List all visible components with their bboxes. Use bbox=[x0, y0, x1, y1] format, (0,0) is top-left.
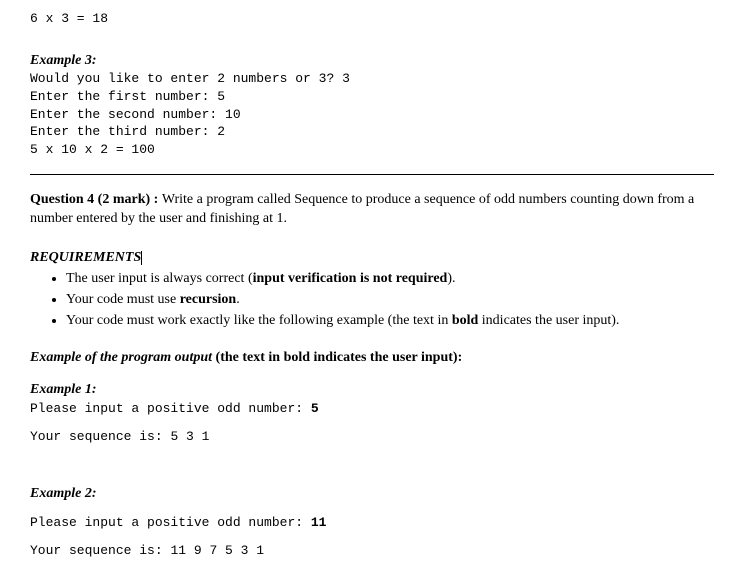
requirement-item-3: Your code must work exactly like the fol… bbox=[66, 312, 714, 333]
example-2-prompt-line: Please input a positive odd number: 11 bbox=[30, 514, 714, 532]
ex3-l3-input: 10 bbox=[225, 107, 241, 122]
outhead-b: (the text in bold indicates the user inp… bbox=[216, 350, 458, 365]
ex2-result-label: Your sequence is: bbox=[30, 543, 170, 558]
requirements-heading-text: REQUIREMENTS bbox=[30, 250, 141, 265]
ex3-l1-text: Would you like to enter 2 numbers or 3? bbox=[30, 71, 342, 86]
ex3-l2-input: 5 bbox=[217, 89, 225, 104]
text-cursor-icon bbox=[141, 251, 142, 265]
ex2-input: 11 bbox=[311, 515, 327, 530]
req2-b: recursion bbox=[180, 292, 237, 307]
example-3-label: Example 3: bbox=[30, 52, 714, 71]
ex1-prompt: Please input a positive odd number: bbox=[30, 401, 311, 416]
divider-line bbox=[30, 174, 714, 175]
req3-a: Your code must work exactly like the fol… bbox=[66, 313, 452, 328]
example-2-label: Example 2: bbox=[30, 485, 714, 504]
req3-c: indicates the user input). bbox=[478, 313, 619, 328]
ex3-l3-text: Enter the second number: bbox=[30, 107, 225, 122]
example-3-line4: Enter the third number: 2 bbox=[30, 123, 714, 141]
requirement-item-2: Your code must use recursion. bbox=[66, 291, 714, 312]
ex3-l4-input: 2 bbox=[217, 124, 225, 139]
outhead-a: Example of the program output bbox=[30, 350, 216, 365]
ex3-l4-text: Enter the third number: bbox=[30, 124, 217, 139]
ex3-l2-text: Enter the first number: bbox=[30, 89, 217, 104]
req1-a: The user input is always correct ( bbox=[66, 271, 253, 286]
example-1-label: Example 1: bbox=[30, 381, 714, 400]
top-multiplication-line: 6 x 3 = 18 bbox=[30, 10, 714, 28]
requirements-list: The user input is always correct (input … bbox=[66, 270, 714, 333]
output-example-heading: Example of the program output (the text … bbox=[30, 349, 714, 368]
requirements-heading: REQUIREMENTS bbox=[30, 249, 714, 268]
requirement-item-1: The user input is always correct (input … bbox=[66, 270, 714, 291]
ex3-l1-input: 3 bbox=[342, 71, 350, 86]
ex1-input: 5 bbox=[311, 401, 319, 416]
ex2-prompt: Please input a positive odd number: bbox=[30, 515, 311, 530]
req1-b: input verification is not required bbox=[253, 271, 448, 286]
example-1-result-line: Your sequence is: 5 3 1 bbox=[30, 428, 714, 446]
question-4-line: Question 4 (2 mark) : Write a program ca… bbox=[30, 191, 714, 229]
req2-c: . bbox=[236, 292, 240, 307]
example-1-prompt-line: Please input a positive odd number: 5 bbox=[30, 400, 714, 418]
example-3-line3: Enter the second number: 10 bbox=[30, 106, 714, 124]
req2-a: Your code must use bbox=[66, 292, 180, 307]
outhead-c: : bbox=[458, 350, 463, 365]
example-3-line1: Would you like to enter 2 numbers or 3? … bbox=[30, 70, 714, 88]
ex2-result-values: 11 9 7 5 3 1 bbox=[170, 543, 264, 558]
ex1-result-label: Your sequence is: bbox=[30, 429, 170, 444]
ex1-result-values: 5 3 1 bbox=[170, 429, 209, 444]
example-2-result-line: Your sequence is: 11 9 7 5 3 1 bbox=[30, 542, 714, 560]
req1-c: ). bbox=[447, 271, 455, 286]
example-3-result: 5 x 10 x 2 = 100 bbox=[30, 141, 714, 159]
example-3-line2: Enter the first number: 5 bbox=[30, 88, 714, 106]
req3-b: bold bbox=[452, 313, 478, 328]
question-4-label: Question 4 (2 mark) : bbox=[30, 192, 162, 207]
